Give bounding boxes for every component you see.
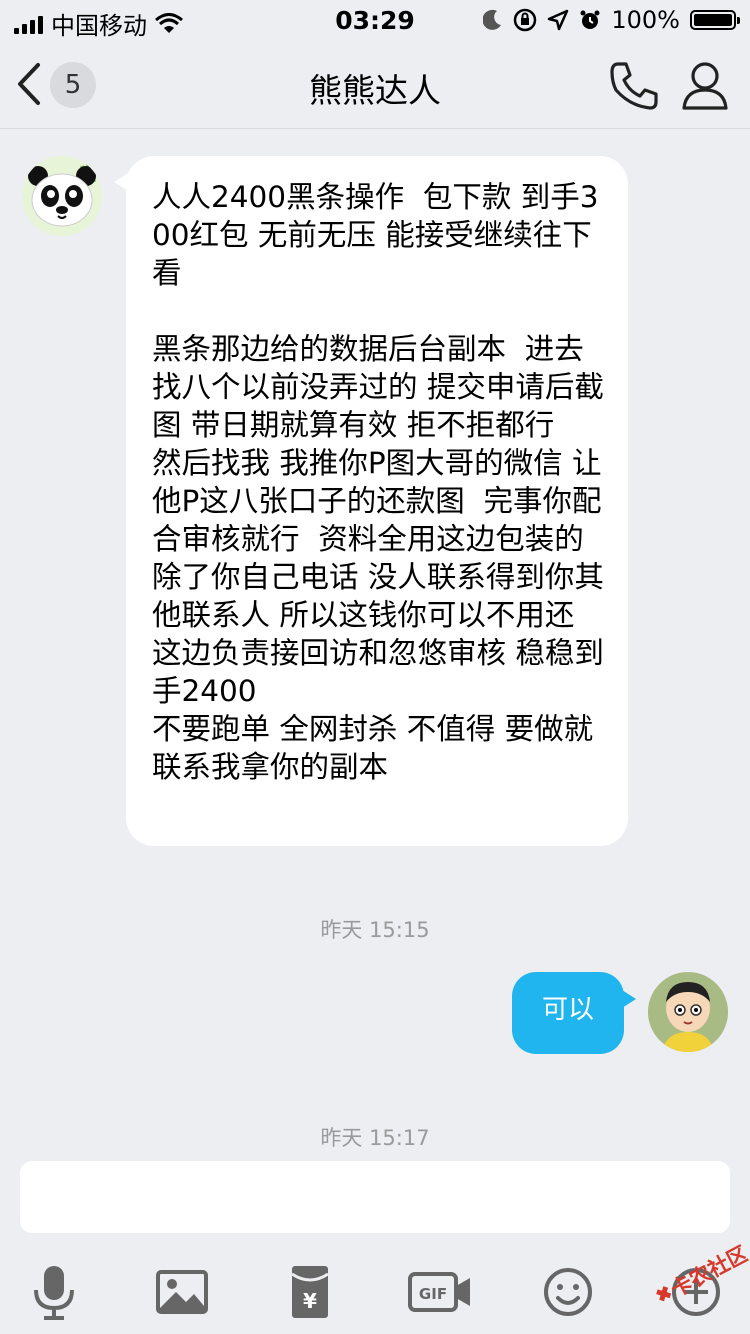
panda-avatar[interactable] — [22, 156, 102, 236]
svg-text:卡农社区: 卡农社区 — [667, 1241, 750, 1302]
person-icon[interactable] — [680, 60, 730, 112]
battery-percent: 100% — [611, 6, 680, 34]
received-message[interactable]: 人人2400黑条操作 包下款 到手300红包 无前无压 能接受继续往下看 黑条那… — [126, 156, 628, 846]
svg-text:GIF: GIF — [419, 1285, 447, 1303]
input-toolbar: ¥ GIF — [0, 1250, 750, 1334]
location-icon — [548, 9, 569, 31]
red-envelope-icon[interactable]: ¥ — [278, 1260, 342, 1324]
timestamp: 昨天 15:15 — [320, 918, 430, 942]
timestamp: 昨天 15:17 — [320, 1126, 430, 1150]
nav-bar: 5 熊熊达人 — [0, 40, 750, 129]
cartoon-boy-avatar[interactable] — [648, 972, 728, 1052]
image-icon[interactable] — [150, 1260, 214, 1324]
moon-icon — [483, 9, 502, 30]
bubble-tail — [622, 990, 636, 1008]
svg-text:¥: ¥ — [303, 1289, 317, 1313]
emoji-icon[interactable] — [536, 1260, 600, 1324]
gif-icon[interactable]: GIF — [406, 1260, 476, 1324]
sent-message[interactable]: 可以 — [512, 972, 624, 1054]
message-input[interactable] — [20, 1161, 730, 1233]
microphone-icon[interactable] — [22, 1260, 86, 1324]
phone-icon[interactable] — [608, 60, 660, 112]
status-bar: 中国移动 03:29 100% — [0, 0, 750, 40]
rotation-lock-icon — [514, 8, 537, 32]
alarm-icon — [580, 10, 600, 29]
battery-icon — [690, 10, 740, 30]
